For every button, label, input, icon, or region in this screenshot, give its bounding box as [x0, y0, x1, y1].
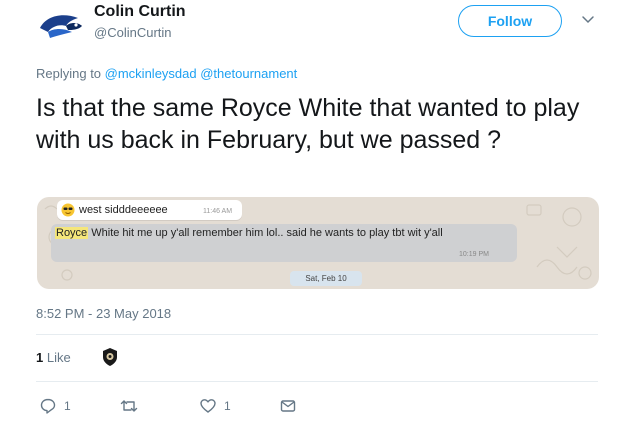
like-count: 1 — [224, 399, 231, 413]
liker-avatar[interactable] — [102, 348, 118, 366]
chat-message-time: 11:46 AM — [203, 208, 233, 215]
likes-label: Like — [46, 350, 71, 365]
tweet-text: Is that the same Royce White that wanted… — [36, 94, 580, 154]
reply-count: 1 — [64, 399, 71, 413]
chat-message-time: 10:19 PM — [459, 251, 489, 258]
envelope-icon — [280, 398, 296, 414]
heart-icon — [200, 398, 216, 414]
chat-message: west sidddeeeeee 11:46 AM — [57, 200, 242, 220]
reply-button[interactable]: 1 — [40, 398, 71, 414]
author-handle[interactable]: @ColinCurtin — [94, 25, 172, 40]
direct-message-button[interactable] — [280, 398, 296, 414]
chat-message: Royce White hit me up y'all remember him… — [51, 224, 517, 262]
likes-number: 1 — [36, 350, 44, 365]
sunglasses-emoji-icon — [61, 203, 75, 217]
reply-context: Replying to @mckinleysdad @thetournament — [36, 66, 297, 81]
retweet-icon — [120, 398, 138, 414]
divider — [36, 381, 598, 382]
follow-button[interactable]: Follow — [458, 5, 562, 37]
like-button[interactable]: 1 — [200, 398, 231, 414]
chat-date-label: Sat, Feb 10 — [290, 271, 362, 286]
chevron-down-icon[interactable] — [581, 13, 595, 27]
likes-count[interactable]: 1 Like — [36, 350, 71, 365]
mention-link[interactable]: @mckinleysdad — [105, 66, 197, 81]
tweet-timestamp[interactable]: 8:52 PM - 23 May 2018 — [36, 306, 171, 321]
retweet-button[interactable] — [120, 398, 146, 414]
chat-message-body: White hit me up y'all remember him lol..… — [88, 227, 443, 239]
chat-message-text: west sidddeeeeee — [79, 204, 168, 216]
tweet-media-image[interactable]: west sidddeeeeee 11:46 AM Royce White hi… — [37, 197, 599, 289]
reply-icon — [40, 398, 56, 414]
divider — [36, 334, 598, 335]
chat-message-text: Royce White hit me up y'all remember him… — [55, 227, 495, 240]
avatar[interactable] — [38, 8, 84, 44]
tweet-header: Colin Curtin @ColinCurtin Follow — [0, 0, 634, 60]
author-name[interactable]: Colin Curtin — [94, 3, 186, 21]
highlighted-name: Royce — [55, 227, 89, 239]
reply-prefix: Replying to — [36, 66, 105, 81]
mention-link[interactable]: @thetournament — [200, 66, 297, 81]
